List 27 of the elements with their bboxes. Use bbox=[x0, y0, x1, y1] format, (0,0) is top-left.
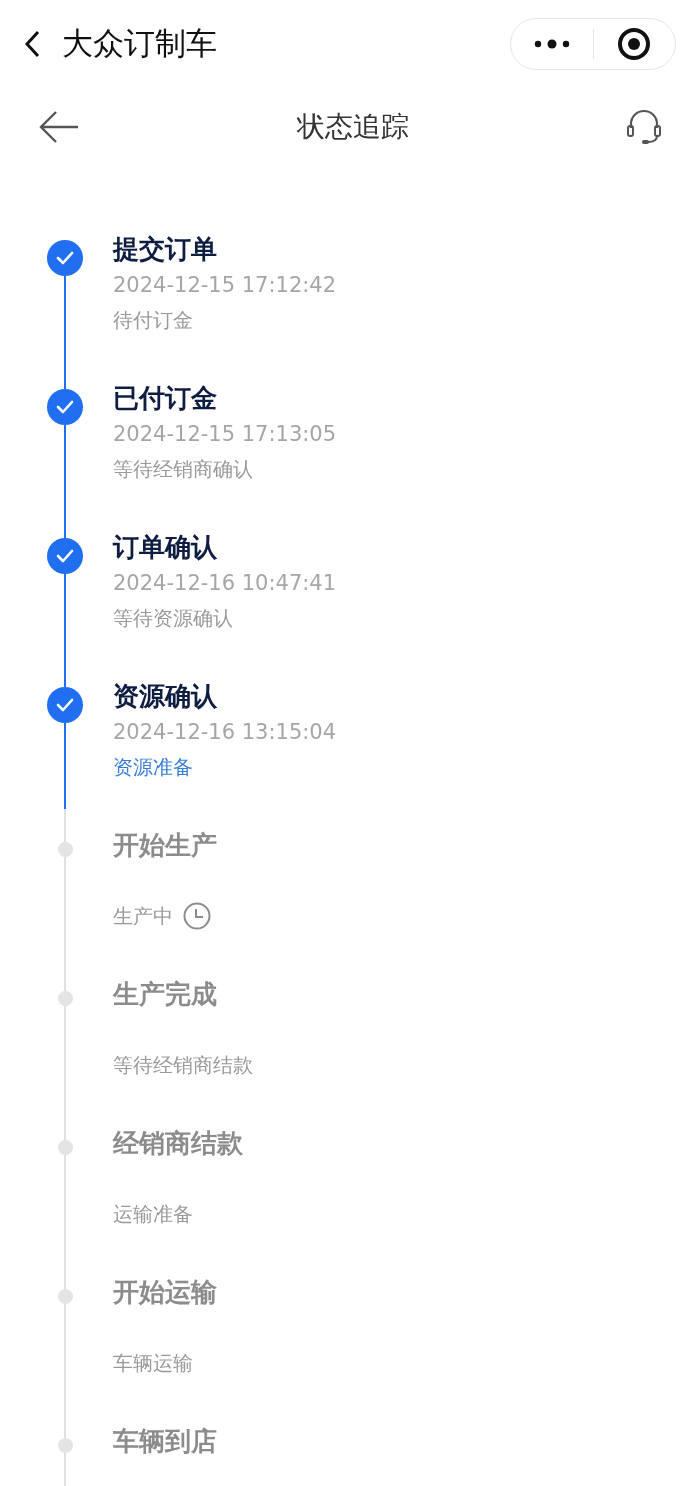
step-status: 车辆运输 bbox=[113, 1350, 193, 1377]
step-time: 2024-12-15 17:12:42 bbox=[113, 272, 337, 299]
page-title: 状态追踪 bbox=[297, 109, 409, 145]
step-title: 订单确认 bbox=[113, 531, 218, 564]
back-icon[interactable] bbox=[24, 30, 40, 58]
step-status: 生产中 bbox=[113, 903, 173, 930]
step-status: 等待经销商结款 bbox=[113, 1052, 253, 1079]
step-time: 2024-12-16 10:47:41 bbox=[113, 570, 337, 597]
step-status: 运输准备 bbox=[113, 1201, 193, 1228]
step-title: 资源确认 bbox=[113, 680, 218, 713]
step-time: 2024-12-16 13:15:04 bbox=[113, 719, 337, 746]
app-title: 大众订制车 bbox=[62, 24, 218, 63]
step-title: 开始运输 bbox=[113, 1276, 217, 1309]
headset-icon[interactable] bbox=[626, 108, 662, 146]
step-status: 资源准备 bbox=[113, 754, 193, 781]
step-status: 等待经销商确认 bbox=[113, 456, 253, 483]
step-title: 经销商结款 bbox=[113, 1127, 243, 1160]
step-status: 等待资源确认 bbox=[113, 605, 233, 632]
step-title: 生产完成 bbox=[113, 978, 218, 1011]
step-title: 提交订单 bbox=[113, 233, 218, 266]
more-icon[interactable] bbox=[533, 39, 570, 49]
step-time: 2024-12-15 17:13:05 bbox=[113, 421, 337, 448]
step-title: 已付订金 bbox=[113, 382, 218, 415]
step-status: 待付订金 bbox=[113, 307, 193, 334]
step-title: 车辆到店 bbox=[113, 1425, 217, 1458]
step-title: 开始生产 bbox=[113, 829, 217, 862]
back-arrow-icon[interactable] bbox=[38, 110, 80, 144]
